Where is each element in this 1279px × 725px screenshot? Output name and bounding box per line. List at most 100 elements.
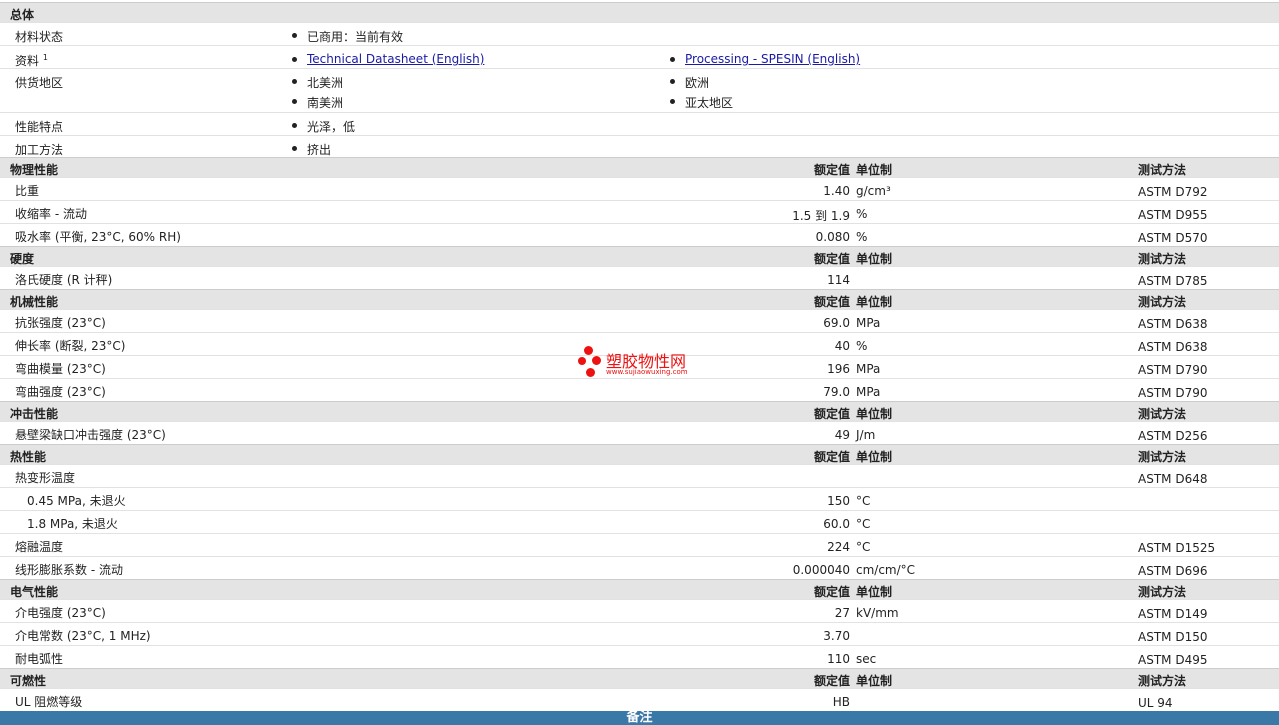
property-label: 比重 [15, 184, 40, 198]
section-header-flammability: 可燃性 额定值 单位制 测试方法 [0, 668, 1279, 688]
bullet-icon [670, 79, 675, 84]
property-label: 悬壁梁缺口冲击强度 (23°C) [15, 428, 166, 442]
region-item: 南美洲 [307, 96, 344, 110]
watermark-url: www.sujiaowuxing.com [606, 368, 688, 376]
status-label: 材料状态 [15, 30, 64, 44]
property-value: HB [832, 695, 850, 709]
property-row: 收缩率 - 流动 1.5 到 1.9% ASTM D955 [0, 200, 1279, 223]
row-features: 性能特点 光泽，低 [0, 112, 1279, 135]
property-test-method: ASTM D638 [1138, 317, 1208, 331]
property-value: 1.40 [823, 184, 850, 198]
nominal-header: 额定值 [813, 252, 850, 266]
nominal-header: 额定值 [813, 407, 850, 421]
section-title: 热性能 [10, 450, 47, 464]
property-label: 熔融温度 [15, 540, 64, 554]
section-header-physical: 物理性能 额定值 单位制 测试方法 [0, 157, 1279, 177]
property-row: 比重 1.40 g/cm³ ASTM D792 [0, 177, 1279, 200]
property-value: 27 [834, 606, 850, 620]
nominal-header: 额定值 [813, 674, 850, 688]
row-process: 加工方法 挤出 [0, 135, 1279, 157]
section-title: 硬度 [10, 252, 35, 266]
property-label: 弯曲强度 (23°C) [15, 385, 106, 399]
property-label: 1.8 MPa, 未退火 [27, 517, 118, 531]
section-title: 总体 [10, 8, 35, 22]
property-test-method: ASTM D149 [1138, 607, 1208, 621]
process-value: 挤出 [307, 143, 332, 157]
property-unit: % [856, 207, 868, 221]
property-value: 0.080 [815, 230, 850, 244]
property-label: 线形膨胀系数 - 流动 [15, 563, 123, 577]
bullet-icon [292, 123, 297, 128]
test-method-header: 测试方法 [1138, 674, 1187, 688]
property-label: 耐电弧性 [15, 652, 64, 666]
property-test-method: ASTM D495 [1138, 653, 1208, 667]
property-row: 介电强度 (23°C) 27 kV/mm ASTM D149 [0, 599, 1279, 622]
property-value: 110 [827, 652, 850, 666]
test-method-header: 测试方法 [1138, 163, 1187, 177]
property-test-method: ASTM D1525 [1138, 541, 1216, 555]
property-label: 介电强度 (23°C) [15, 606, 106, 620]
property-value: 196 [827, 362, 850, 376]
unit-header: 单位制 [856, 295, 893, 309]
bullet-icon [292, 146, 297, 151]
property-value: 69.0 [823, 316, 850, 330]
property-unit: °C [856, 494, 871, 508]
property-unit: g/cm³ [856, 184, 891, 198]
property-unit: kV/mm [856, 606, 899, 620]
property-value: 1.5 到 1.9 [792, 209, 850, 223]
property-value: 224 [827, 540, 850, 554]
property-test-method: ASTM D638 [1138, 340, 1208, 354]
unit-header: 单位制 [856, 407, 893, 421]
property-row: 悬壁梁缺口冲击强度 (23°C) 49 J/m ASTM D256 [0, 421, 1279, 444]
property-value: 60.0 [823, 517, 850, 531]
property-unit: cm/cm/°C [856, 563, 916, 577]
property-unit: sec [856, 652, 877, 666]
section-header-impact: 冲击性能 额定值 单位制 测试方法 [0, 401, 1279, 421]
property-label: 吸水率 (平衡, 23°C, 60% RH) [15, 230, 181, 244]
processing-link[interactable]: Processing - SPESIN (English) [685, 52, 860, 66]
region-item: 北美洲 [307, 76, 344, 90]
logo-dot-icon [578, 357, 586, 365]
property-value: 40 [834, 339, 850, 353]
technical-datasheet-link[interactable]: Technical Datasheet (English) [307, 52, 484, 66]
property-test-method: ASTM D790 [1138, 386, 1208, 400]
property-value: 79.0 [823, 385, 850, 399]
unit-header: 单位制 [856, 585, 893, 599]
property-unit: J/m [856, 428, 876, 442]
unit-header: 单位制 [856, 674, 893, 688]
test-method-header: 测试方法 [1138, 252, 1187, 266]
property-test-method: ASTM D570 [1138, 231, 1208, 245]
property-row: 热变形温度 ASTM D648 [0, 464, 1279, 487]
property-row: 耐电弧性 110 sec ASTM D495 [0, 645, 1279, 668]
nominal-header: 额定值 [813, 585, 850, 599]
logo-dot-icon [584, 346, 593, 355]
unit-header: 单位制 [856, 163, 893, 177]
property-row: 1.8 MPa, 未退火 60.0 °C [0, 510, 1279, 533]
section-title: 电气性能 [10, 585, 59, 599]
row-regions: 供货地区 北美洲 欧洲 南美洲 亚太地区 [0, 68, 1279, 112]
property-row: 线形膨胀系数 - 流动 0.000040 cm/cm/°C ASTM D696 [0, 556, 1279, 579]
property-label: 收缩率 - 流动 [15, 207, 87, 221]
property-value: 150 [827, 494, 850, 508]
property-row: UL 阻燃等级 HB UL 94 [0, 688, 1279, 711]
property-test-method: ASTM D648 [1138, 472, 1208, 486]
property-value: 0.000040 [792, 563, 850, 577]
property-label: 热变形温度 [15, 471, 76, 485]
section-header-electrical: 电气性能 额定值 单位制 测试方法 [0, 579, 1279, 599]
property-row: 吸水率 (平衡, 23°C, 60% RH) 0.080% ASTM D570 [0, 223, 1279, 246]
property-test-method: ASTM D256 [1138, 429, 1208, 443]
property-row: 抗张强度 (23°C) 69.0 MPa ASTM D638 [0, 309, 1279, 332]
property-value: 3.70 [823, 629, 850, 643]
section-title: 可燃性 [10, 674, 47, 688]
features-value: 光泽，低 [307, 120, 356, 134]
logo-dot-icon [592, 356, 601, 365]
nominal-header: 额定值 [813, 450, 850, 464]
test-method-header: 测试方法 [1138, 407, 1187, 421]
property-unit: % [856, 339, 868, 353]
property-value: 114 [827, 273, 850, 287]
property-test-method: ASTM D955 [1138, 208, 1208, 222]
property-label: 介电常数 (23°C, 1 MHz) [15, 629, 151, 643]
nominal-header: 额定值 [813, 163, 850, 177]
property-label: UL 阻燃等级 [15, 695, 83, 709]
property-unit: MPa [856, 316, 881, 330]
